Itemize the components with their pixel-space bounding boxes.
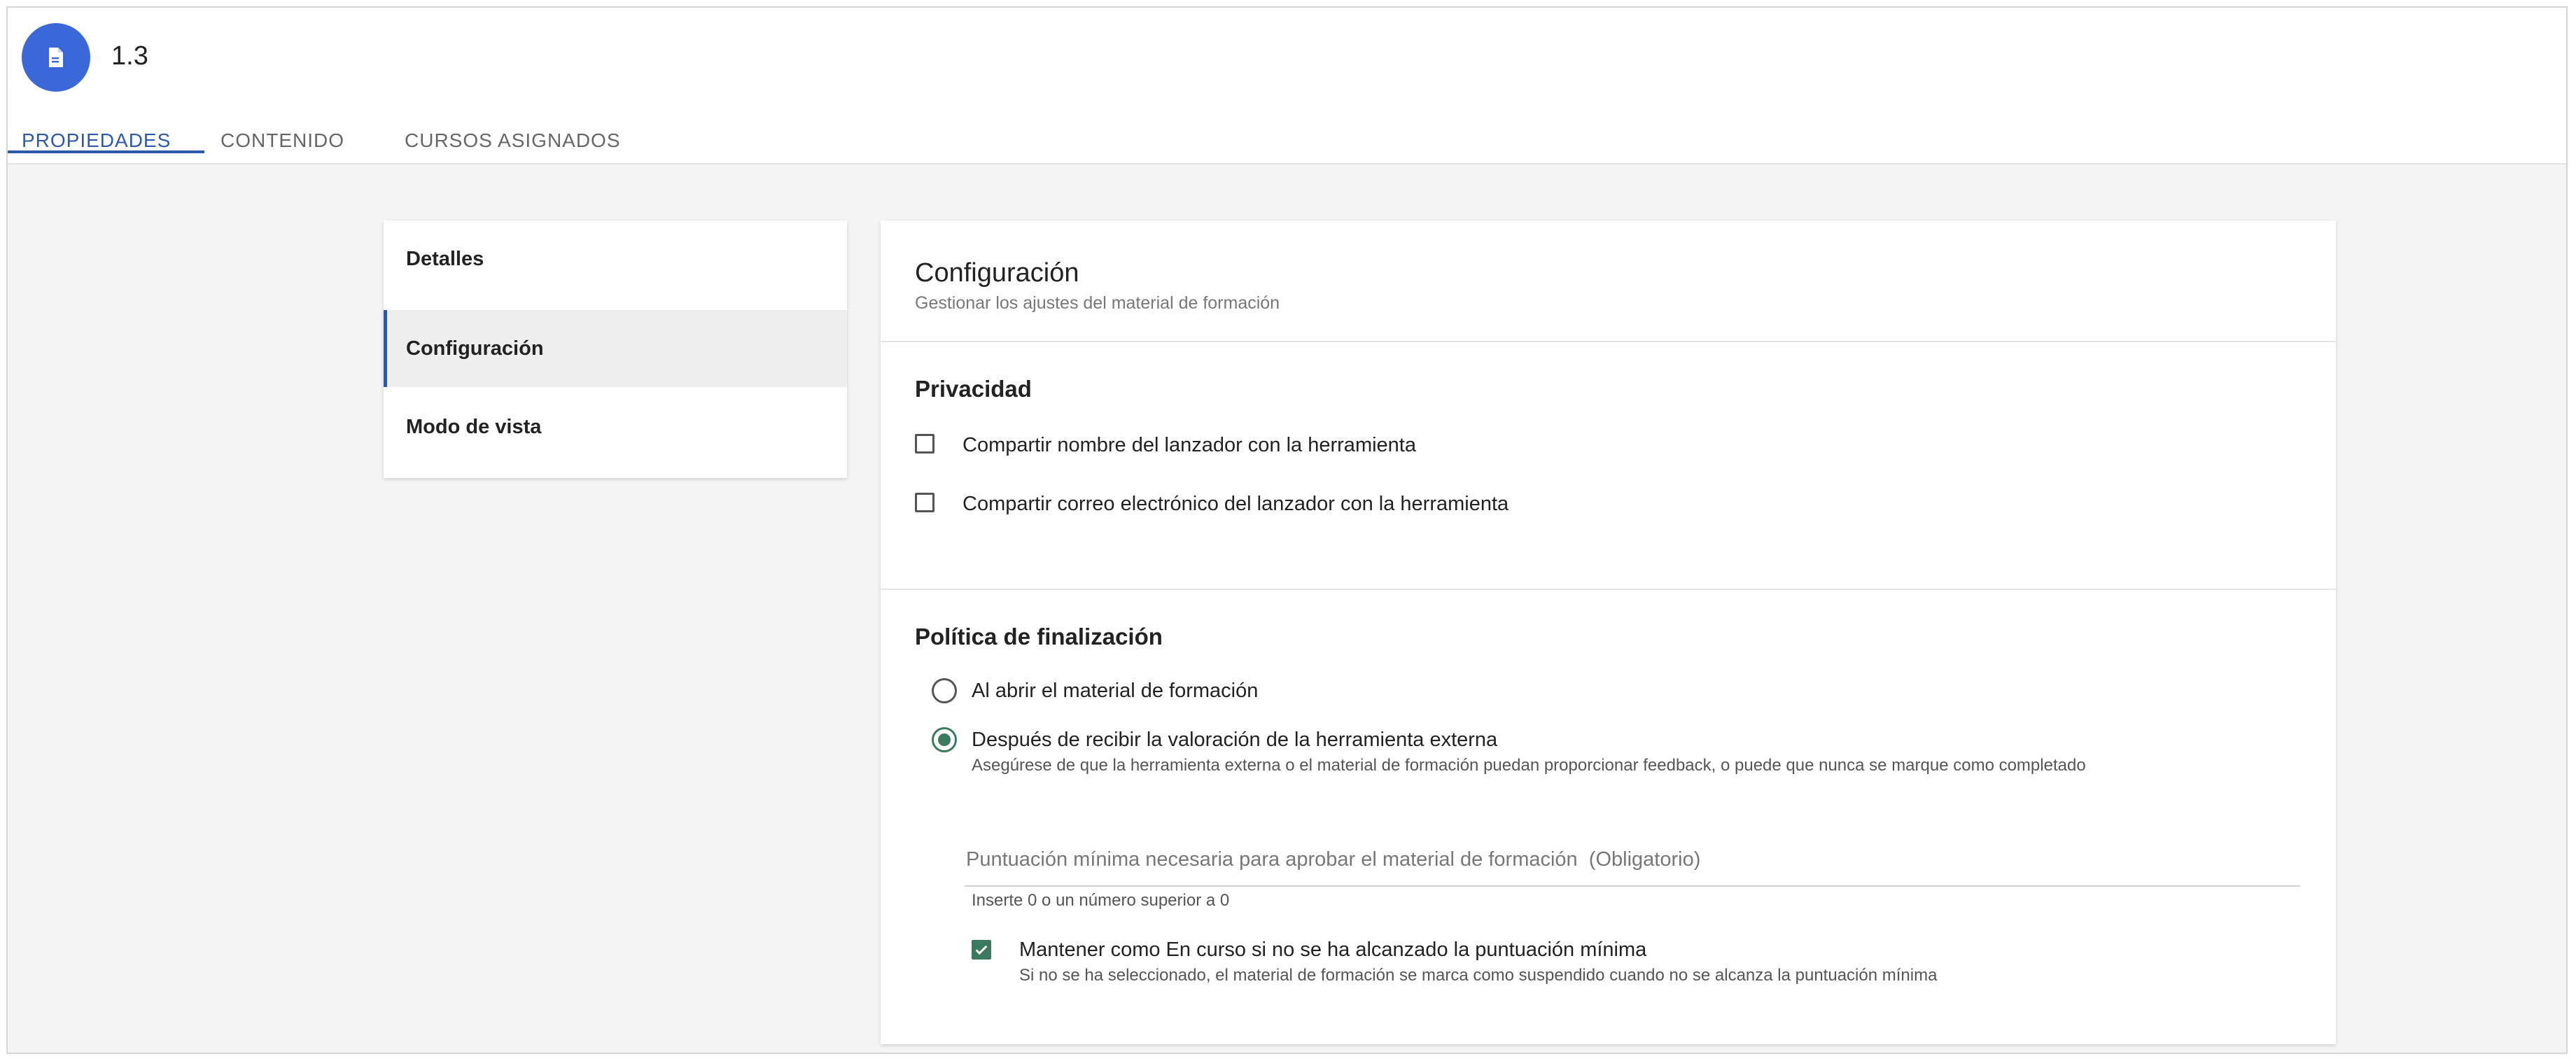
panel-subtitle: Gestionar los ajustes del material de fo…: [915, 293, 1280, 313]
tab-cursos-asignados[interactable]: CURSOS ASIGNADOS: [405, 129, 621, 152]
keep-in-progress-label: Mantener como En curso si no se ha alcan…: [1019, 939, 1647, 961]
share-email-label: Compartir correo electrónico del lanzado…: [962, 493, 1509, 515]
section-divider: [881, 589, 2336, 590]
panel-title: Configuración: [915, 258, 1079, 288]
min-score-input[interactable]: [965, 845, 2303, 874]
sidenav-item-detalles[interactable]: Detalles: [384, 220, 847, 297]
share-email-checkbox[interactable]: [915, 493, 934, 512]
app-frame: 1.3 PROPIEDADES CONTENIDO CURSOS ASIGNAD…: [6, 6, 2568, 1054]
configuration-panel: Configuración Gestionar los ajustes del …: [881, 220, 2336, 1044]
completion-on-open-radio[interactable]: [932, 678, 957, 703]
completion-on-score-label: Después de recibir la valoración de la h…: [972, 729, 1498, 751]
section-divider: [881, 341, 2336, 342]
share-name-checkbox[interactable]: [915, 434, 934, 454]
document-icon: [49, 48, 63, 67]
keep-in-progress-checkbox[interactable]: [972, 940, 991, 960]
sidenav-item-modo-de-vista[interactable]: Modo de vista: [384, 388, 847, 465]
share-name-label: Compartir nombre del lanzador con la her…: [962, 434, 1416, 456]
completion-on-score-radio[interactable]: [932, 727, 957, 752]
privacy-section-title: Privacidad: [915, 376, 1032, 402]
keep-in-progress-help: Si no se ha seleccionado, el material de…: [1019, 966, 1938, 985]
completion-on-open-label: Al abrir el material de formación: [972, 680, 1259, 702]
settings-sidenav: Detalles Configuración Modo de vista: [384, 220, 847, 478]
sidenav-item-configuracion[interactable]: Configuración: [384, 310, 847, 387]
item-avatar: [22, 23, 90, 92]
header: 1.3 PROPIEDADES CONTENIDO CURSOS ASIGNAD…: [8, 8, 2566, 164]
completion-on-score-help: Asegúrese de que la herramienta externa …: [972, 756, 2086, 775]
completion-section-title: Política de finalización: [915, 624, 1163, 649]
checkmark-icon: [975, 945, 988, 955]
tab-contenido[interactable]: CONTENIDO: [220, 129, 344, 152]
min-score-hint: Inserte 0 o un número superior a 0: [972, 891, 1230, 910]
page-title: 1.3: [111, 41, 148, 71]
min-score-field: [965, 838, 2303, 887]
tab-propiedades[interactable]: PROPIEDADES: [8, 129, 205, 153]
